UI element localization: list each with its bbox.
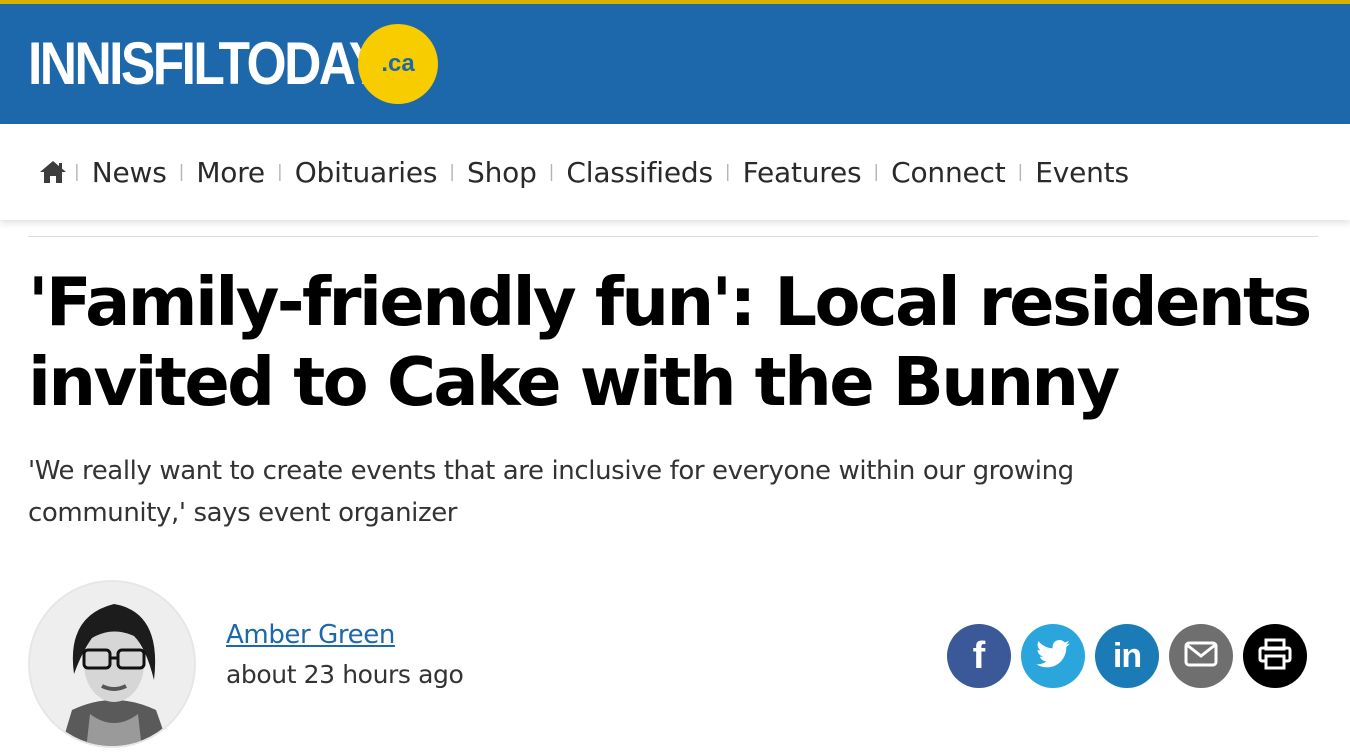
nav-item-obituaries[interactable]: Obituaries [295, 156, 438, 189]
nav-separator: | [1017, 162, 1024, 182]
logo-text: INNISFILTODAY [28, 30, 383, 97]
main-navigation: | News | More | Obituaries | Shop | Clas… [0, 124, 1350, 220]
nav-item-events[interactable]: Events [1035, 156, 1129, 189]
nav-separator: | [873, 162, 880, 182]
nav-separator: | [449, 162, 456, 182]
print-icon [1258, 638, 1292, 675]
nav-item-connect[interactable]: Connect [891, 156, 1006, 189]
nav-item-more[interactable]: More [196, 156, 265, 189]
twitter-icon [1036, 639, 1070, 673]
linkedin-icon: in [1112, 636, 1142, 675]
article-headline: 'Family-friendly fun': Local residents i… [28, 263, 1312, 421]
nav-item-features[interactable]: Features [743, 156, 862, 189]
facebook-icon: f [972, 634, 986, 677]
nav-item-news[interactable]: News [92, 156, 167, 189]
print-button[interactable] [1243, 624, 1307, 688]
author-name-link[interactable]: Amber Green [226, 620, 395, 650]
nav-separator: | [548, 162, 555, 182]
share-buttons: f in [947, 624, 1307, 688]
masthead: INNISFILTODAY .ca [0, 4, 1350, 124]
twitter-share-button[interactable] [1021, 624, 1085, 688]
nav-separator: | [276, 162, 283, 182]
facebook-share-button[interactable]: f [947, 624, 1011, 688]
divider-rule [28, 236, 1318, 237]
site-logo[interactable]: INNISFILTODAY .ca [28, 24, 438, 104]
article-subhead: 'We really want to create events that ar… [28, 456, 1074, 528]
email-icon [1184, 641, 1218, 672]
nav-separator: | [724, 162, 731, 182]
nav-list: | News | More | Obituaries | Shop | Clas… [38, 152, 1129, 192]
nav-separator: | [74, 162, 80, 182]
linkedin-share-button[interactable]: in [1095, 624, 1159, 688]
home-icon[interactable] [38, 157, 68, 187]
nav-item-classifieds[interactable]: Classifieds [566, 156, 713, 189]
article-timestamp: about 23 hours ago [226, 660, 464, 689]
email-share-button[interactable] [1169, 624, 1233, 688]
nav-item-shop[interactable]: Shop [467, 156, 537, 189]
author-avatar[interactable] [28, 580, 196, 748]
nav-separator: | [178, 162, 185, 182]
logo-badge: .ca [358, 24, 438, 104]
